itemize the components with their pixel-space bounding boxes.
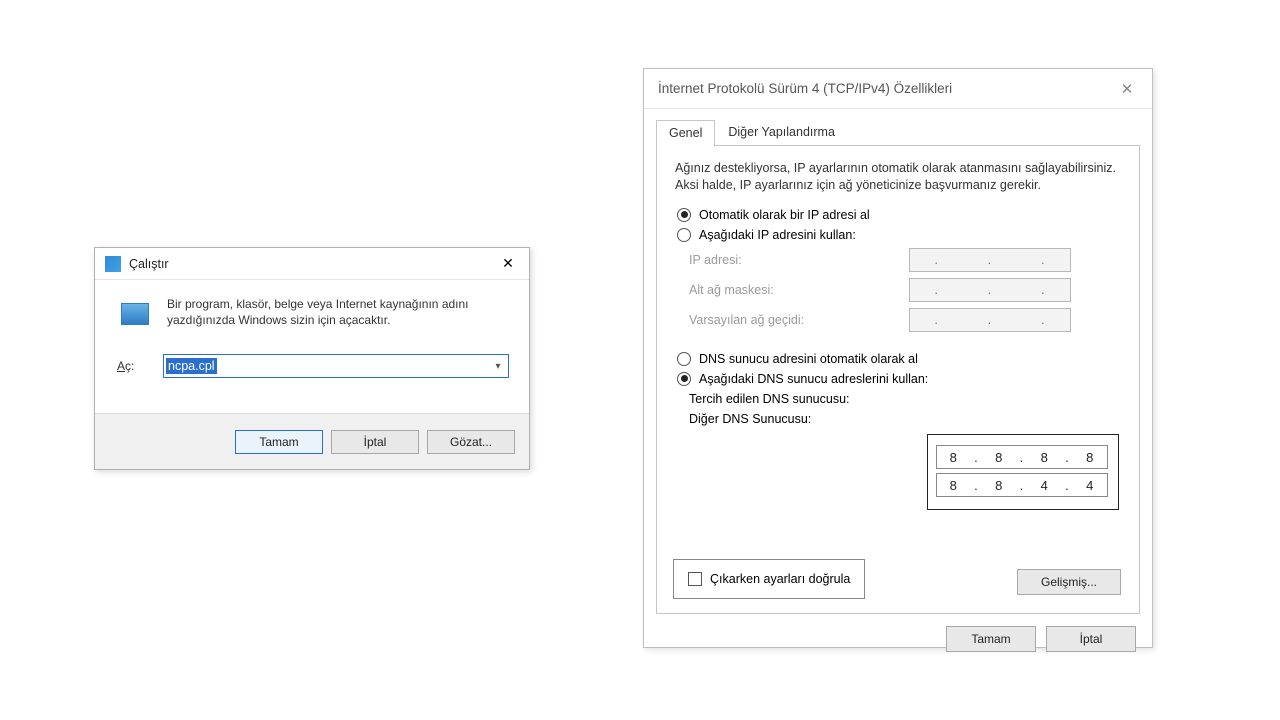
ip-manual-radio[interactable]: Aşağıdaki IP adresini kullan: [677, 228, 1123, 242]
run-dialog: Çalıştır ✕ Bir program, klasör, belge ve… [94, 247, 530, 470]
cancel-button[interactable]: İptal [331, 430, 419, 454]
ipv4-properties-dialog: İnternet Protokolü Sürüm 4 (TCP/IPv4) Öz… [643, 68, 1153, 648]
tab-body-general: Ağınız destekliyorsa, IP ayarlarının oto… [656, 146, 1140, 614]
close-icon[interactable]: ✕ [493, 253, 523, 275]
radio-icon [677, 208, 691, 222]
radio-icon [677, 352, 691, 366]
run-body: Bir program, klasör, belge veya Internet… [95, 280, 529, 388]
subnet-input: ... [909, 278, 1071, 302]
ok-button[interactable]: Tamam [946, 626, 1036, 652]
run-app-icon [105, 256, 121, 272]
open-combobox[interactable]: ncpa.cpl ▾ [163, 354, 509, 378]
validate-label: Çıkarken ayarları doğrula [710, 572, 850, 586]
tabstrip: Genel Diğer Yapılandırma [656, 119, 1140, 146]
ip-auto-label: Otomatik olarak bir IP adresi al [699, 208, 870, 222]
tab-general[interactable]: Genel [656, 120, 715, 146]
validate-on-exit-checkbox[interactable]: Çıkarken ayarları doğrula [673, 559, 865, 599]
ip-address-input: ... [909, 248, 1071, 272]
tab-alt-config[interactable]: Diğer Yapılandırma [715, 119, 848, 145]
radio-icon [677, 228, 691, 242]
gateway-input: ... [909, 308, 1071, 332]
alt-dns-input[interactable]: 8. 8. 4. 4 [936, 473, 1108, 497]
help-text: Ağınız destekliyorsa, IP ayarlarının oto… [675, 160, 1123, 194]
ip-auto-radio[interactable]: Otomatik olarak bir IP adresi al [677, 208, 1123, 222]
chevron-down-icon[interactable]: ▾ [488, 355, 508, 377]
alt-dns-label: Diğer DNS Sunucusu: [689, 412, 909, 426]
ipv4-titlebar: İnternet Protokolü Sürüm 4 (TCP/IPv4) Öz… [644, 69, 1152, 109]
run-titlebar: Çalıştır ✕ [95, 248, 529, 280]
gateway-label: Varsayılan ağ geçidi: [689, 313, 909, 327]
subnet-label: Alt ağ maskesi: [689, 283, 909, 297]
pref-dns-input[interactable]: 8. 8. 8. 8 [936, 445, 1108, 469]
open-label: Aç: [117, 359, 163, 373]
run-title: Çalıştır [129, 257, 493, 271]
pref-dns-label: Tercih edilen DNS sunucusu: [689, 392, 909, 406]
run-large-icon [117, 296, 153, 332]
ip-manual-label: Aşağıdaki IP adresini kullan: [699, 228, 856, 242]
browse-button[interactable]: Gözat... [427, 430, 515, 454]
dns-auto-label: DNS sunucu adresini otomatik olarak al [699, 352, 918, 366]
checkbox-icon [688, 572, 702, 586]
cancel-button[interactable]: İptal [1046, 626, 1136, 652]
radio-icon [677, 372, 691, 386]
dns-manual-radio[interactable]: Aşağıdaki DNS sunucu adreslerini kullan: [677, 372, 1123, 386]
dns-auto-radio[interactable]: DNS sunucu adresini otomatik olarak al [677, 352, 1123, 366]
ip-address-label: IP adresi: [689, 253, 909, 267]
dns-entries-frame: 8. 8. 8. 8 8. 8. 4. 4 [927, 434, 1119, 510]
run-description: Bir program, klasör, belge veya Internet… [167, 296, 497, 328]
dns-manual-label: Aşağıdaki DNS sunucu adreslerini kullan: [699, 372, 928, 386]
run-footer: Tamam İptal Gözat... [95, 413, 529, 469]
close-icon[interactable]: ✕ [1112, 80, 1142, 98]
ipv4-footer: Tamam İptal [644, 614, 1152, 652]
ipv4-title: İnternet Protokolü Sürüm 4 (TCP/IPv4) Öz… [658, 81, 1112, 96]
advanced-button[interactable]: Gelişmiş... [1017, 569, 1121, 595]
open-input-value[interactable]: ncpa.cpl [166, 358, 217, 374]
ok-button[interactable]: Tamam [235, 430, 323, 454]
